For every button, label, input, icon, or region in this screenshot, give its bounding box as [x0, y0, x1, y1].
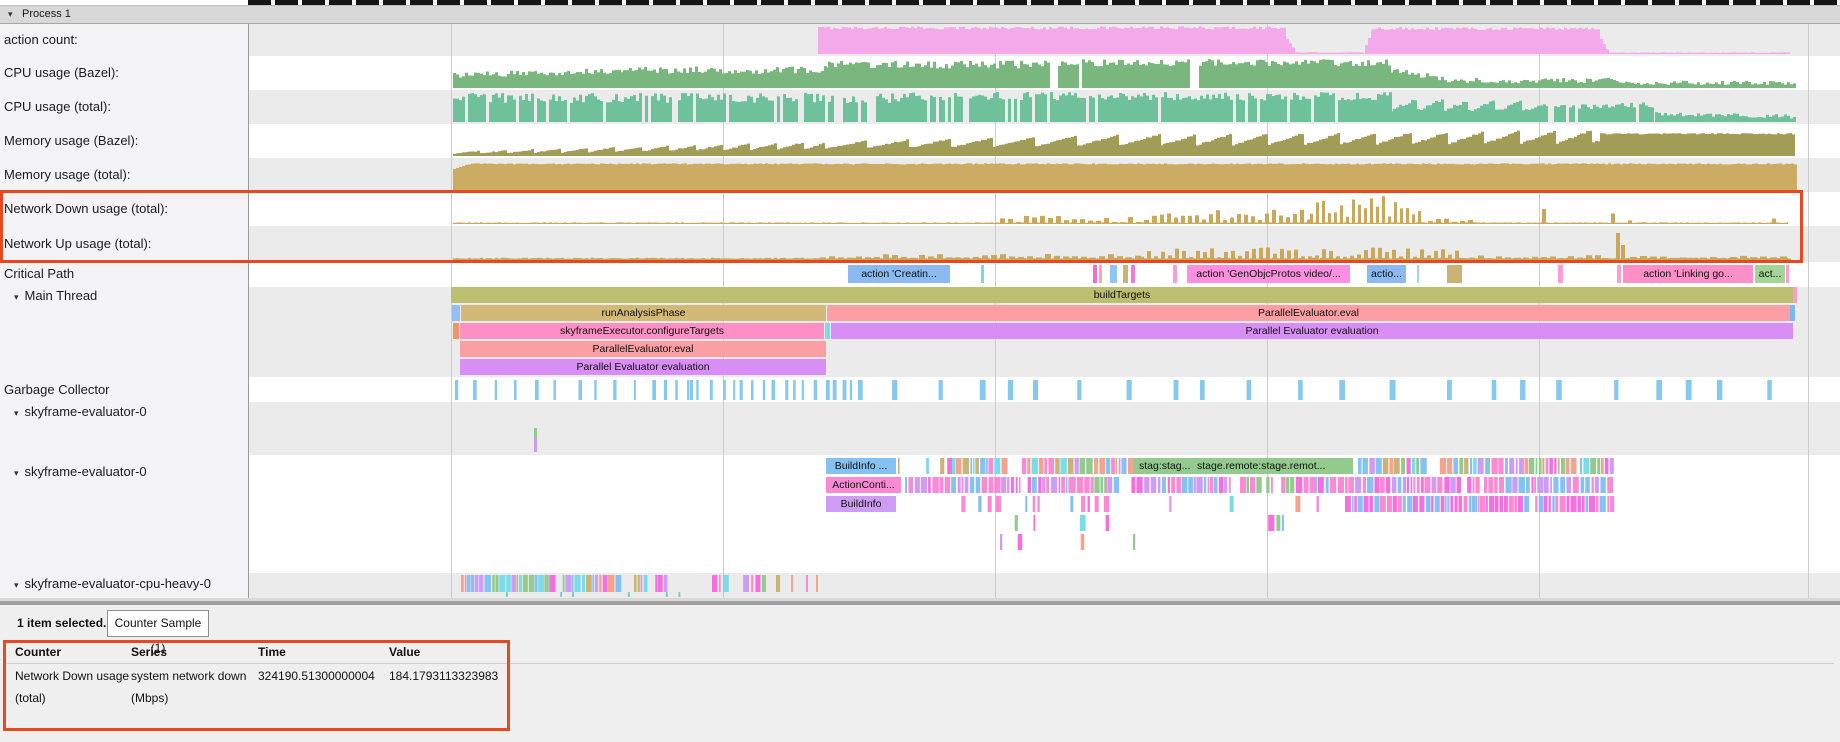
- critical-path-slice-10[interactable]: [1417, 265, 1419, 283]
- process-header[interactable]: ▾ Process 1: [0, 5, 1840, 24]
- trace-viewer: ▾ Process 1 action 'Creatin... action 'Ge…: [0, 0, 1840, 742]
- main-thread-slice-1-0[interactable]: [452, 305, 460, 321]
- sidebar-track-label-10[interactable]: ▾ skyframe-evaluator-0: [4, 404, 147, 420]
- track-label-text: Memory usage (Bazel):: [4, 133, 138, 148]
- critical-path-slice-2[interactable]: [1093, 265, 1097, 283]
- collapse-arrow-icon[interactable]: ▾: [14, 465, 19, 481]
- critical-path-slice-12[interactable]: [1558, 265, 1563, 283]
- selection-highlight-network-tracks: [0, 190, 1803, 263]
- sidebar-track-label-4[interactable]: Memory usage (total):: [4, 167, 130, 183]
- track-row-bg-1: [249, 56, 1840, 90]
- collapse-arrow-icon[interactable]: ▾: [14, 577, 19, 593]
- skyframe-slice-1[interactable]: ActionConti...: [826, 477, 901, 493]
- track-label-text: skyframe-evaluator-cpu-heavy-0: [25, 576, 211, 591]
- main-thread-slice-2-0[interactable]: [453, 323, 459, 339]
- track-row-bg-2: [249, 90, 1840, 124]
- sidebar-track-label-2[interactable]: CPU usage (total):: [4, 99, 111, 115]
- sidebar-track-label-9[interactable]: Garbage Collector: [4, 382, 110, 398]
- critical-path-slice-15[interactable]: act...: [1755, 265, 1785, 283]
- critical-path-slice-4[interactable]: [1110, 265, 1117, 283]
- track-label-text: Main Thread: [25, 288, 98, 303]
- track-label-text: action count:: [4, 32, 78, 47]
- sidebar-track-label-3[interactable]: Memory usage (Bazel):: [4, 133, 138, 149]
- process-title: Process 1: [22, 6, 71, 23]
- critical-path-slice-13[interactable]: [1617, 265, 1621, 283]
- time-gridline-5: [1808, 5, 1809, 598]
- track-row-bg-11: [249, 455, 1840, 573]
- critical-path-slice-5[interactable]: [1123, 265, 1128, 283]
- main-thread-slice-1-2[interactable]: ParallelEvaluator.eval: [827, 305, 1790, 321]
- slice-label: stag:stag...: [1139, 458, 1190, 474]
- sidebar-track-label-0[interactable]: action count:: [4, 32, 78, 48]
- main-thread-slice-0-0[interactable]: buildTargets: [451, 287, 1793, 303]
- critical-path-slice-11[interactable]: [1447, 265, 1462, 283]
- sidebar-track-label-1[interactable]: CPU usage (Bazel):: [4, 65, 119, 81]
- main-thread-slice-2-2[interactable]: [825, 323, 830, 339]
- critical-path-slice-7[interactable]: [1173, 265, 1177, 283]
- sidebar-track-label-8[interactable]: ▾ Main Thread: [4, 288, 97, 304]
- critical-path-slice-16[interactable]: [1786, 265, 1789, 283]
- track-row-bg-9: [249, 377, 1840, 402]
- sidebar-divider: [248, 5, 249, 598]
- track-row-bg-10: [249, 402, 1840, 455]
- track-row-bg-3: [249, 124, 1840, 158]
- track-row-bg-4: [249, 158, 1840, 192]
- main-thread-slice-4-0[interactable]: Parallel Evaluator evaluation: [460, 359, 826, 375]
- track-row-bg-7: [249, 262, 1840, 287]
- track-row-bg-0: [249, 24, 1840, 56]
- critical-path-slice-14[interactable]: action 'Linking go...: [1623, 265, 1753, 283]
- critical-path-slice-6[interactable]: [1131, 265, 1135, 283]
- main-thread-slice-2-1[interactable]: skyframeExecutor.configureTargets: [460, 323, 824, 339]
- track-label-text: CPU usage (Bazel):: [4, 65, 119, 80]
- main-thread-slice-2-3[interactable]: Parallel Evaluator evaluation: [831, 323, 1793, 339]
- tab-counter-sample[interactable]: Counter Sample (1): [107, 610, 209, 637]
- track-label-text: skyframe-evaluator-0: [25, 464, 147, 479]
- skyframe-slice-0[interactable]: BuildInfo ...: [826, 458, 896, 474]
- collapse-arrow-icon[interactable]: ▾: [14, 405, 19, 421]
- critical-path-slice-8[interactable]: action 'GenObjcProtos video/...: [1187, 265, 1350, 283]
- main-thread-slice-3-0[interactable]: ParallelEvaluator.eval: [460, 341, 826, 357]
- track-label-text: CPU usage (total):: [4, 99, 111, 114]
- critical-path-slice-9[interactable]: actio...: [1367, 265, 1406, 283]
- main-thread-slice-1-1[interactable]: runAnalysisPhase: [461, 305, 826, 321]
- selection-highlight-table: [3, 640, 510, 731]
- main-thread-slice-1-3[interactable]: [1790, 305, 1795, 321]
- slice-label: stage.remote:stage.remot...: [1197, 458, 1325, 474]
- collapse-arrow-icon[interactable]: ▾: [14, 289, 19, 305]
- sidebar-track-label-12[interactable]: ▾ skyframe-evaluator-cpu-heavy-0: [4, 576, 211, 592]
- track-label-text: Critical Path: [4, 266, 74, 281]
- track-row-bg-12: [249, 573, 1840, 598]
- track-label-text: Garbage Collector: [4, 382, 110, 397]
- sidebar-track-label-7[interactable]: Critical Path: [4, 266, 74, 282]
- critical-path-slice-1[interactable]: [981, 265, 984, 283]
- track-label-text: skyframe-evaluator-0: [25, 404, 147, 419]
- skyframe-slice-2[interactable]: BuildInfo: [826, 496, 896, 512]
- collapse-arrow-icon[interactable]: ▾: [8, 6, 13, 23]
- sidebar-track-label-11[interactable]: ▾ skyframe-evaluator-0: [4, 464, 147, 480]
- critical-path-slice-3[interactable]: [1099, 265, 1102, 283]
- critical-path-slice-0[interactable]: action 'Creatin...: [848, 265, 950, 283]
- main-thread-slice-0-1[interactable]: [1793, 287, 1797, 303]
- skyframe-remote-stage-slice[interactable]: stag:stag... stage.remote:stage.remot...: [1133, 458, 1353, 474]
- selection-status: 1 item selected.: [17, 616, 106, 630]
- track-label-text: Memory usage (total):: [4, 167, 130, 182]
